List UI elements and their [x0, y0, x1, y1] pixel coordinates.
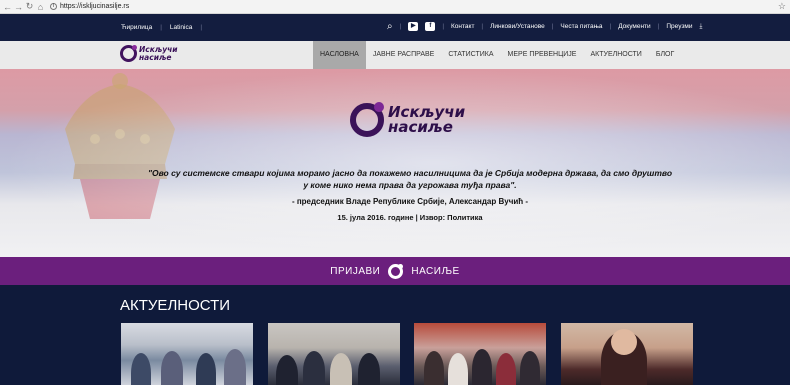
address-bar[interactable]: i https://iskljucinasilje.rs — [50, 3, 129, 10]
search-icon[interactable]: ⌕ — [387, 21, 393, 32]
download-icon[interactable]: ⤓ — [700, 23, 703, 31]
report-label-left: ПРИЈАВИ — [330, 265, 381, 277]
bookmark-star-icon[interactable]: ☆ — [778, 1, 786, 12]
hero-banner: Искључи насиље "Ово су системске ствари … — [0, 69, 790, 257]
menu-home[interactable]: НАСЛОВНА — [313, 41, 366, 69]
hero-logo-text: Искључи насиље — [388, 105, 465, 135]
logo-text: Искључи насиље — [139, 46, 178, 61]
divider: | — [657, 23, 660, 30]
site-logo[interactable]: Искључи насиље — [120, 45, 178, 62]
divider: | — [160, 24, 162, 31]
hero-overlay — [0, 69, 790, 257]
menu-blog[interactable]: БЛОГ — [649, 41, 681, 69]
home-icon[interactable]: ⌂ — [35, 2, 46, 12]
language-switcher: Ћирилица | Latinica | — [121, 24, 202, 31]
utility-links: ⌕ | ▶ f | Контакт | Линкови/Установе | Ч… — [387, 21, 702, 32]
divider: | — [200, 24, 203, 31]
divider: | — [609, 23, 612, 30]
logo-ring-icon — [350, 102, 384, 137]
report-ring-icon — [388, 263, 404, 279]
contact-link[interactable]: Контакт — [451, 23, 474, 30]
links-link[interactable]: Линкови/Установе — [490, 23, 545, 30]
news-thumbnail-4[interactable] — [561, 323, 693, 385]
forward-icon[interactable]: → — [13, 2, 24, 12]
faq-link[interactable]: Честа питања — [560, 23, 602, 30]
menu: НАСЛОВНА ЈАВНЕ РАСПРАВЕ СТАТИСТИКА МЕРЕ … — [313, 41, 681, 69]
report-violence-button[interactable]: ПРИЈАВИ НАСИЉЕ — [0, 257, 790, 285]
hero-date: 15. јула 2016. године | Извор: Политика — [337, 213, 483, 222]
divider: | — [551, 23, 554, 30]
youtube-icon[interactable]: ▶ — [408, 22, 419, 31]
news-section: АКТУЕЛНОСТИ — [0, 285, 790, 385]
downloads-link[interactable]: Преузми — [666, 23, 692, 30]
info-icon[interactable]: i — [50, 3, 57, 10]
reload-icon[interactable]: ↻ — [24, 1, 35, 12]
logo-ring-icon — [120, 45, 137, 62]
lang-latin[interactable]: Latinica — [170, 24, 192, 31]
address-url[interactable]: https://iskljucinasilje.rs — [60, 3, 129, 10]
facebook-icon[interactable]: f — [425, 22, 436, 31]
hero-author: - председник Владе Републике Србије, Але… — [291, 197, 529, 206]
hero-quote: "Ово су системске ствари којима морамо ј… — [147, 168, 673, 190]
browser-toolbar: ← → ↻ ⌂ i https://iskljucinasilje.rs ☆ — [0, 0, 790, 14]
divider: | — [481, 23, 484, 30]
divider: | — [442, 23, 445, 30]
hero-logo-line-2: насиље — [388, 118, 453, 136]
hero-logo: Искључи насиље — [350, 102, 465, 137]
back-icon[interactable]: ← — [2, 2, 13, 12]
menu-public-debates[interactable]: ЈАВНЕ РАСПРАВЕ — [366, 41, 442, 69]
logo-line-2: насиље — [139, 52, 172, 62]
news-thumbnail-2[interactable] — [268, 323, 400, 385]
menu-news[interactable]: АКТУЕЛНОСТИ — [583, 41, 648, 69]
news-thumbnail-1[interactable] — [121, 323, 253, 385]
report-label-right: НАСИЉЕ — [411, 265, 460, 277]
documents-link[interactable]: Документи — [618, 23, 650, 30]
news-title: АКТУЕЛНОСТИ — [120, 297, 231, 314]
lang-cyrillic[interactable]: Ћирилица — [121, 24, 152, 31]
utility-bar: Ћирилица | Latinica | ⌕ | ▶ f | Контакт … — [0, 14, 790, 41]
divider: | — [399, 23, 402, 30]
main-navigation: Искључи насиље НАСЛОВНА ЈАВНЕ РАСПРАВЕ С… — [0, 41, 790, 69]
news-thumbnail-3[interactable] — [414, 323, 546, 385]
menu-prevention[interactable]: МЕРЕ ПРЕВЕНЦИЈЕ — [501, 41, 584, 69]
menu-statistics[interactable]: СТАТИСТИКА — [441, 41, 500, 69]
